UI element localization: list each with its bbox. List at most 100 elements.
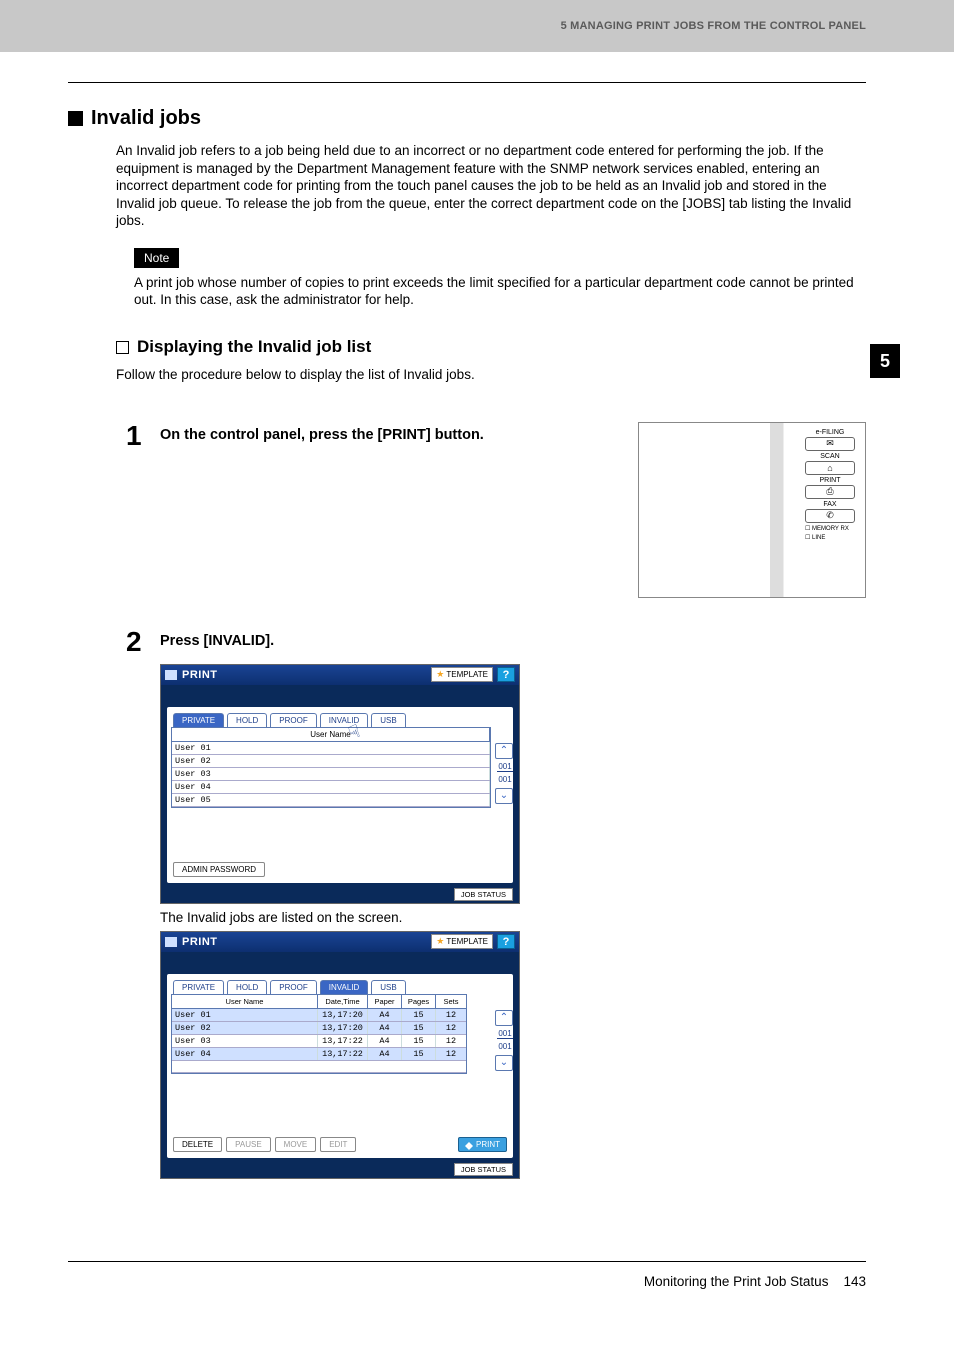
- subheading-marker-icon: [116, 341, 129, 354]
- scroll-down-button[interactable]: ⌄: [495, 788, 513, 804]
- user-cell: User 03: [172, 768, 490, 780]
- fax-button[interactable]: ✆: [805, 509, 855, 523]
- screen-title: PRINT: [182, 936, 218, 948]
- scroll-index-bot: 001: [495, 1043, 515, 1051]
- cell: 15: [402, 1035, 436, 1047]
- col-user-name: User Name: [172, 728, 490, 741]
- touchscreen-before: PRINT ★TEMPLATE ? PRIVATEHOLDPROOF INVALI…: [160, 664, 520, 904]
- cell: 12: [436, 1048, 466, 1060]
- cell: 13,17:20: [318, 1022, 368, 1034]
- cell: 13,17:22: [318, 1048, 368, 1060]
- follow-text: Follow the procedure below to display th…: [116, 367, 866, 382]
- step-2-number: 2: [126, 628, 160, 656]
- scroll-up-button[interactable]: ⌃: [495, 743, 513, 759]
- tab-proof[interactable]: PROOF: [270, 980, 316, 994]
- cell: 13,17:20: [318, 1009, 368, 1021]
- print-button[interactable]: ⎙: [805, 485, 855, 499]
- efiling-button[interactable]: ✉: [805, 437, 855, 451]
- user-row[interactable]: User 05: [172, 794, 490, 807]
- cell: 12: [436, 1035, 466, 1047]
- scroll-index-bot: 001: [495, 776, 515, 784]
- cell: 15: [402, 1022, 436, 1034]
- scroll-index-top: 001: [495, 1030, 515, 1038]
- star-icon: ★: [436, 936, 444, 947]
- print-action-button[interactable]: PRINT: [458, 1137, 507, 1152]
- chapter-header: 5 MANAGING PRINT JOBS FROM THE CONTROL P…: [561, 20, 866, 32]
- delete-button[interactable]: DELETE: [173, 1137, 222, 1152]
- tab-private[interactable]: PRIVATE: [173, 713, 224, 727]
- chapter-tab: 5: [870, 344, 900, 378]
- rule-bottom: [68, 1261, 866, 1262]
- template-button[interactable]: ★TEMPLATE: [431, 667, 493, 682]
- heading-marker-icon: [68, 111, 83, 126]
- job-row[interactable]: User 0413,17:22A41512: [172, 1048, 466, 1061]
- cell: User 04: [172, 1048, 318, 1060]
- screen-title: PRINT: [182, 669, 218, 681]
- template-button[interactable]: ★TEMPLATE: [431, 934, 493, 949]
- tab-proof[interactable]: PROOF: [270, 713, 316, 727]
- user-row[interactable]: User 01: [172, 742, 490, 755]
- cell: User 01: [172, 1009, 318, 1021]
- rule-top: [68, 82, 866, 83]
- job-status-button[interactable]: JOB STATUS: [454, 1163, 513, 1176]
- user-cell: User 04: [172, 781, 490, 793]
- cell: A4: [368, 1035, 402, 1047]
- col-user-name: User Name: [172, 995, 318, 1008]
- subheading-display-list: Displaying the Invalid job list: [137, 337, 371, 357]
- tab-invalid[interactable]: INVALID☟: [320, 713, 369, 727]
- tab-invalid[interactable]: INVALID: [320, 980, 369, 994]
- user-cell: User 01: [172, 742, 490, 754]
- cell: A4: [368, 1048, 402, 1060]
- user-row[interactable]: User 04: [172, 781, 490, 794]
- footer-title: Monitoring the Print Job Status: [644, 1274, 829, 1289]
- cell: 15: [402, 1009, 436, 1021]
- user-cell: User 05: [172, 794, 490, 806]
- user-row[interactable]: User 03: [172, 768, 490, 781]
- heading-invalid-jobs: Invalid jobs: [91, 107, 201, 130]
- user-row[interactable]: User 02: [172, 755, 490, 768]
- edit-button[interactable]: EDIT: [320, 1137, 356, 1152]
- col-pages: Pages: [402, 995, 436, 1008]
- pause-button[interactable]: PAUSE: [226, 1137, 271, 1152]
- panel-label-print: PRINT: [801, 477, 859, 484]
- scroll-down-button[interactable]: ⌄: [495, 1055, 513, 1071]
- note-label: Note: [134, 248, 179, 268]
- step-1-text: On the control panel, press the [PRINT] …: [160, 422, 484, 450]
- line-label: ☐ LINE: [805, 534, 859, 541]
- step-1-number: 1: [126, 422, 160, 450]
- help-button[interactable]: ?: [497, 934, 515, 949]
- star-icon: ★: [436, 669, 444, 680]
- content-area: Invalid jobs An Invalid job refers to a …: [68, 82, 866, 1179]
- cell: User 02: [172, 1022, 318, 1034]
- cell: 15: [402, 1048, 436, 1060]
- step-2-caption: The Invalid jobs are listed on the scree…: [160, 910, 866, 925]
- tab-usb[interactable]: USB: [371, 713, 405, 727]
- tab-hold[interactable]: HOLD: [227, 713, 267, 727]
- col-sets: Sets: [436, 995, 466, 1008]
- control-panel-figure: e-FILING ✉ SCAN ⌂ PRINT ⎙ FAX ✆ ☐ MEMORY…: [638, 422, 866, 598]
- memory-rx-label: ☐ MEMORY RX: [805, 525, 859, 532]
- scan-button[interactable]: ⌂: [805, 461, 855, 475]
- job-row[interactable]: User 0113,17:20A41512: [172, 1009, 466, 1022]
- help-button[interactable]: ?: [497, 667, 515, 682]
- cell: User 03: [172, 1035, 318, 1047]
- col-paper: Paper: [368, 995, 402, 1008]
- touchscreen-after: PRINT ★TEMPLATE ? PRIVATEHOLDPROOF INVALI…: [160, 931, 520, 1179]
- printer-icon: [165, 670, 177, 680]
- user-cell: User 02: [172, 755, 490, 767]
- tab-private[interactable]: PRIVATE: [173, 980, 224, 994]
- scroll-up-button[interactable]: ⌃: [495, 1010, 513, 1026]
- cell: 12: [436, 1022, 466, 1034]
- cell: 12: [436, 1009, 466, 1021]
- job-status-button[interactable]: JOB STATUS: [454, 888, 513, 901]
- note-text: A print job whose number of copies to pr…: [134, 274, 866, 309]
- cell: 13,17:22: [318, 1035, 368, 1047]
- job-row[interactable]: User 0213,17:20A41512: [172, 1022, 466, 1035]
- job-row[interactable]: User 0313,17:22A41512: [172, 1035, 466, 1048]
- admin-password-button[interactable]: ADMIN PASSWORD: [173, 862, 265, 877]
- panel-label-scan: SCAN: [801, 453, 859, 460]
- tab-usb[interactable]: USB: [371, 980, 405, 994]
- footer: Monitoring the Print Job Status 143: [68, 1261, 866, 1289]
- tab-hold[interactable]: HOLD: [227, 980, 267, 994]
- move-button[interactable]: MOVE: [275, 1137, 317, 1152]
